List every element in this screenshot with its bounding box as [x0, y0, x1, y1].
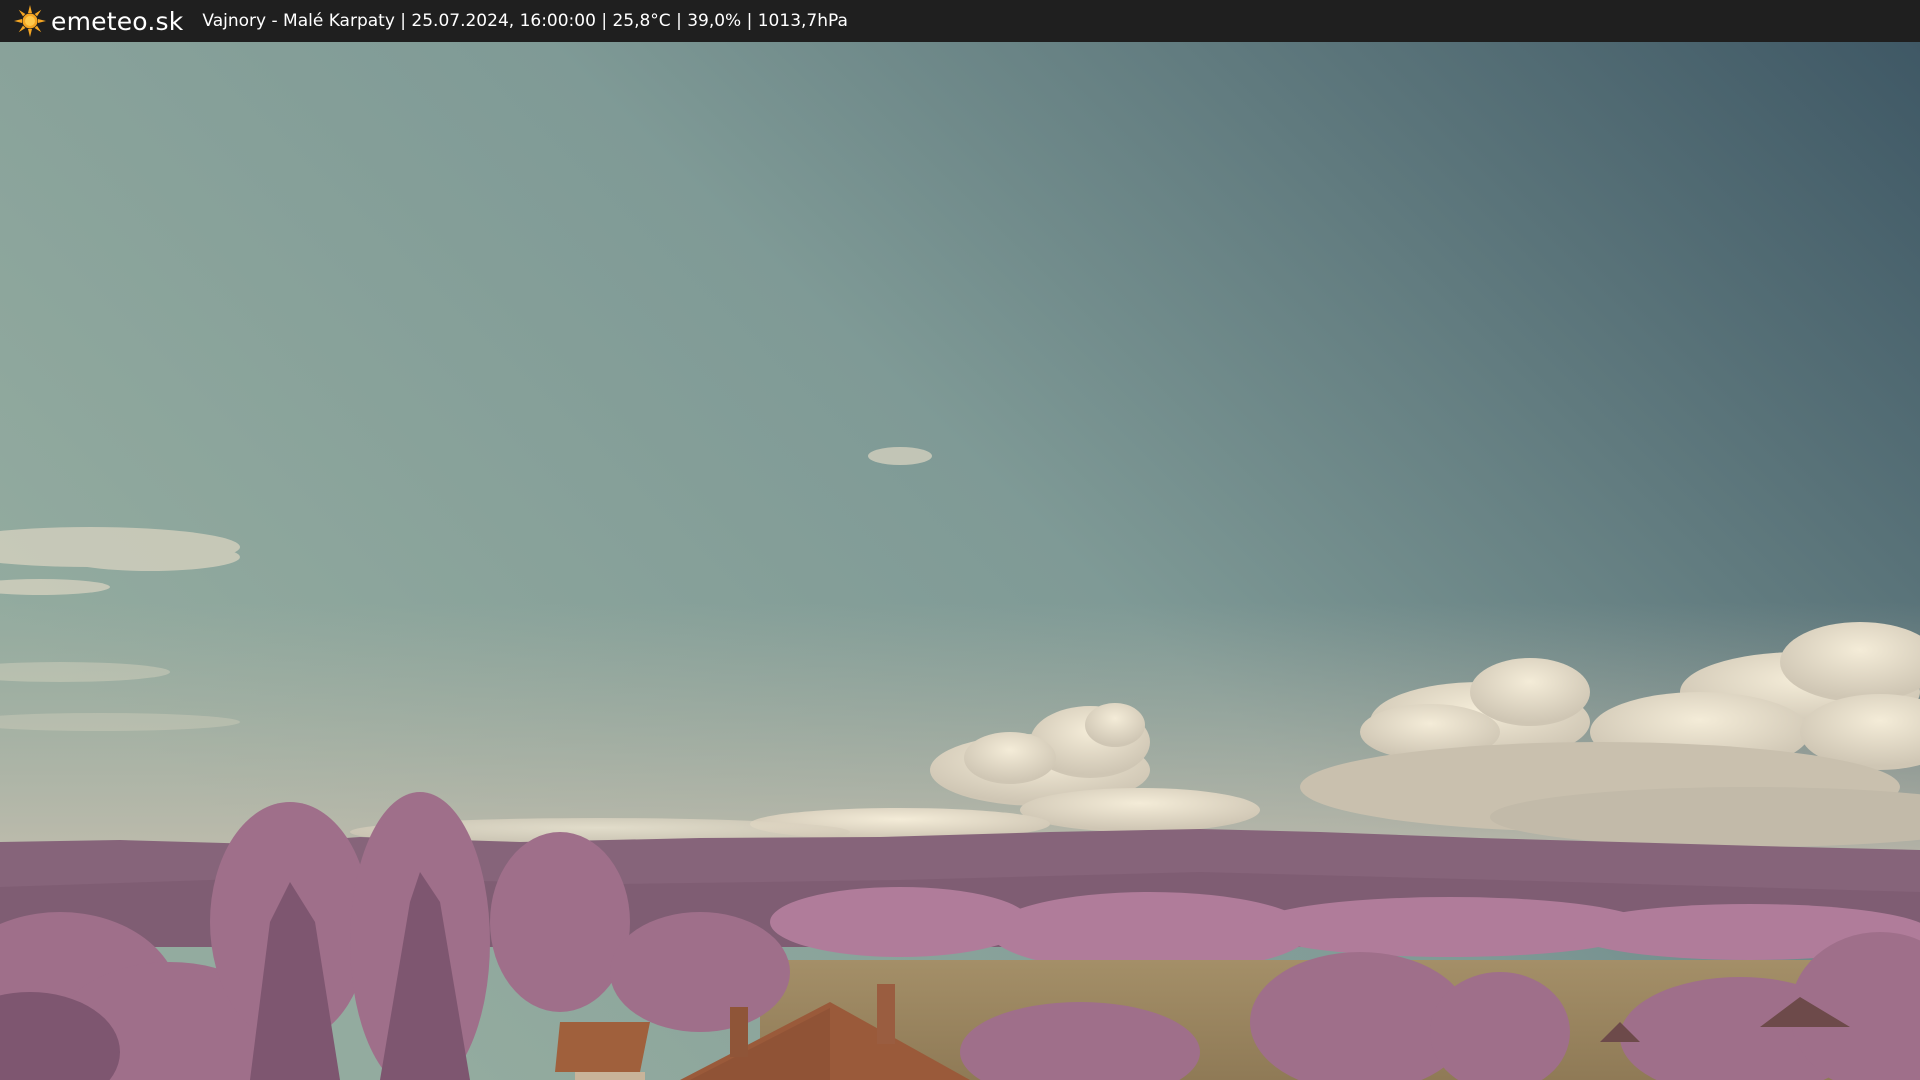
- site-logo[interactable]: emeteo.sk: [13, 0, 183, 42]
- webcam-image: [0, 42, 1920, 1080]
- brand-name: emeteo.sk: [51, 6, 184, 36]
- sun-icon: [14, 5, 46, 37]
- weather-caption: Vajnory - Malé Karpaty | 25.07.2024, 16:…: [202, 11, 848, 31]
- webcam-header-bar: emeteo.sk Vajnory - Malé Karpaty | 25.07…: [0, 0, 1920, 42]
